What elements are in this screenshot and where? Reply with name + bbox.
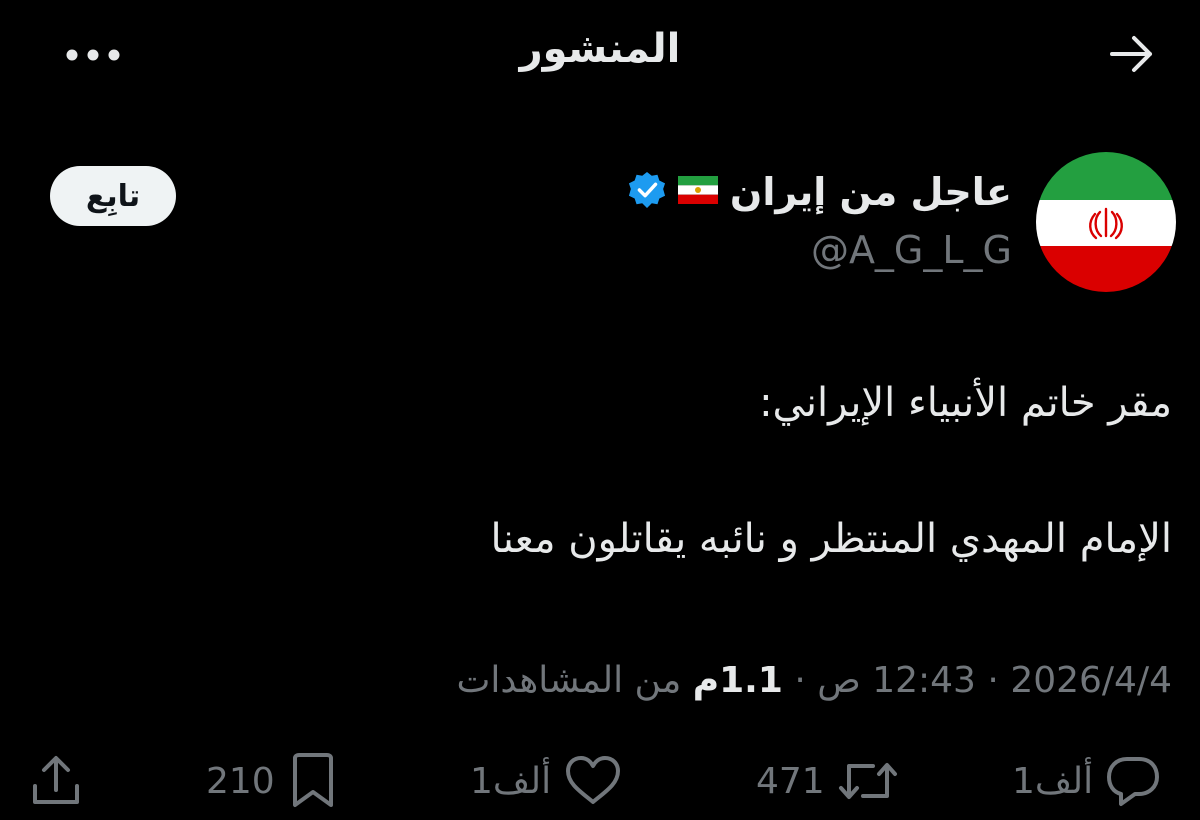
more-horizontal-icon (65, 47, 121, 66)
bookmark-icon (287, 752, 339, 810)
verified-badge-icon (628, 171, 666, 213)
bookmark-count: 210 (206, 760, 275, 802)
post-text-line: الإمام المهدي المنتظر و نائبه يقاتلون مع… (490, 516, 1172, 562)
views-count: 1.1م (692, 660, 783, 701)
meta-separator: · (794, 660, 806, 701)
post-date[interactable]: 2026/4/4 (1010, 660, 1172, 701)
heart-icon (563, 754, 623, 808)
bookmark-button[interactable]: 210 (206, 746, 339, 816)
share-icon (30, 754, 82, 808)
post-text-line: مقر خاتم الأنبياء الإيراني: (759, 380, 1172, 426)
arrow-right-icon (1110, 34, 1154, 78)
like-button[interactable]: 1ألف (470, 746, 623, 816)
reply-button[interactable]: 1ألف (1012, 746, 1161, 816)
follow-button[interactable]: تابِع (50, 166, 176, 226)
post-meta: 2026/4/4 · 12:43 ص · 1.1م من المشاهدات (456, 660, 1172, 701)
meta-separator: · (987, 660, 999, 701)
share-button[interactable] (30, 746, 82, 816)
iran-flag-icon (677, 176, 718, 208)
back-button[interactable] (1100, 28, 1164, 84)
more-options-button[interactable] (58, 32, 128, 80)
author-handle[interactable]: @A_G_L_G (811, 228, 1012, 272)
repost-button[interactable]: 471 (756, 746, 899, 816)
like-count: 1ألف (470, 760, 552, 802)
display-name[interactable]: عاجل من إيران (730, 170, 1012, 214)
page-title: المنشور (519, 26, 681, 72)
repost-count: 471 (756, 760, 825, 802)
author-name-row: عاجل من إيران (628, 170, 1012, 214)
avatar[interactable] (1036, 152, 1176, 292)
reply-icon (1105, 755, 1161, 807)
repost-icon (837, 756, 899, 806)
views-label: من المشاهدات (456, 660, 682, 701)
reply-count: 1ألف (1012, 760, 1094, 802)
iran-flag-avatar-icon (1036, 152, 1176, 292)
post-time[interactable]: 12:43 ص (817, 660, 976, 701)
